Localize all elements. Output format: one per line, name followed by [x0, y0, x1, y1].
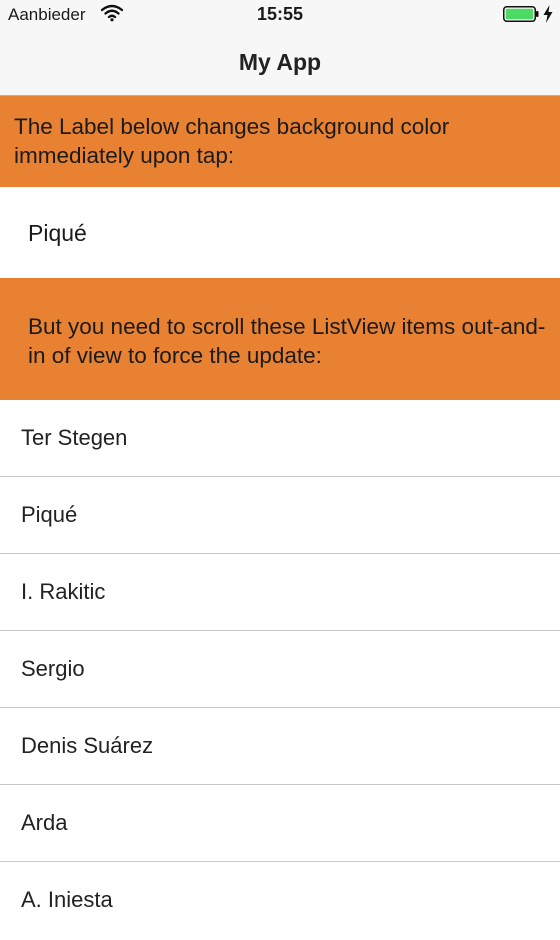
list-item[interactable]: Sergio: [0, 631, 560, 708]
list-item[interactable]: Denis Suárez: [0, 708, 560, 785]
instruction-text-top: The Label below changes background color…: [14, 114, 450, 168]
clock: 15:55: [256, 4, 304, 24]
list-item-label: Arda: [21, 810, 68, 835]
page-title: My App: [238, 49, 322, 75]
list-item-label: Sergio: [21, 656, 85, 681]
status-bar: Aanbieder 15:55: [0, 0, 560, 32]
list-view[interactable]: Ter Stegen Piqué I. Rakitic Sergio Denis…: [0, 400, 560, 939]
tappable-label[interactable]: Piqué: [0, 187, 560, 278]
list-item[interactable]: Ter Stegen: [0, 400, 560, 477]
list-item-label: Piqué: [21, 502, 78, 527]
tappable-label-text: Piqué: [28, 220, 87, 246]
navigation-bar: My App: [0, 32, 560, 96]
list-item[interactable]: A. Iniesta: [0, 862, 560, 939]
instruction-banner-top: The Label below changes background color…: [0, 96, 560, 187]
list-item-label: Denis Suárez: [21, 733, 154, 758]
list-item[interactable]: Piqué: [0, 477, 560, 554]
list-item-label: Ter Stegen: [21, 425, 128, 450]
instruction-banner-bottom: But you need to scroll these ListView it…: [0, 278, 560, 400]
list-item[interactable]: Arda: [0, 785, 560, 862]
instruction-text-bottom: But you need to scroll these ListView it…: [28, 314, 546, 368]
list-item-label: A. Iniesta: [21, 887, 113, 912]
charging-bolt-icon: [543, 5, 553, 23]
list-item-label: I. Rakitic: [21, 579, 106, 604]
list-item[interactable]: I. Rakitic: [0, 554, 560, 631]
battery-icon: [503, 6, 539, 22]
